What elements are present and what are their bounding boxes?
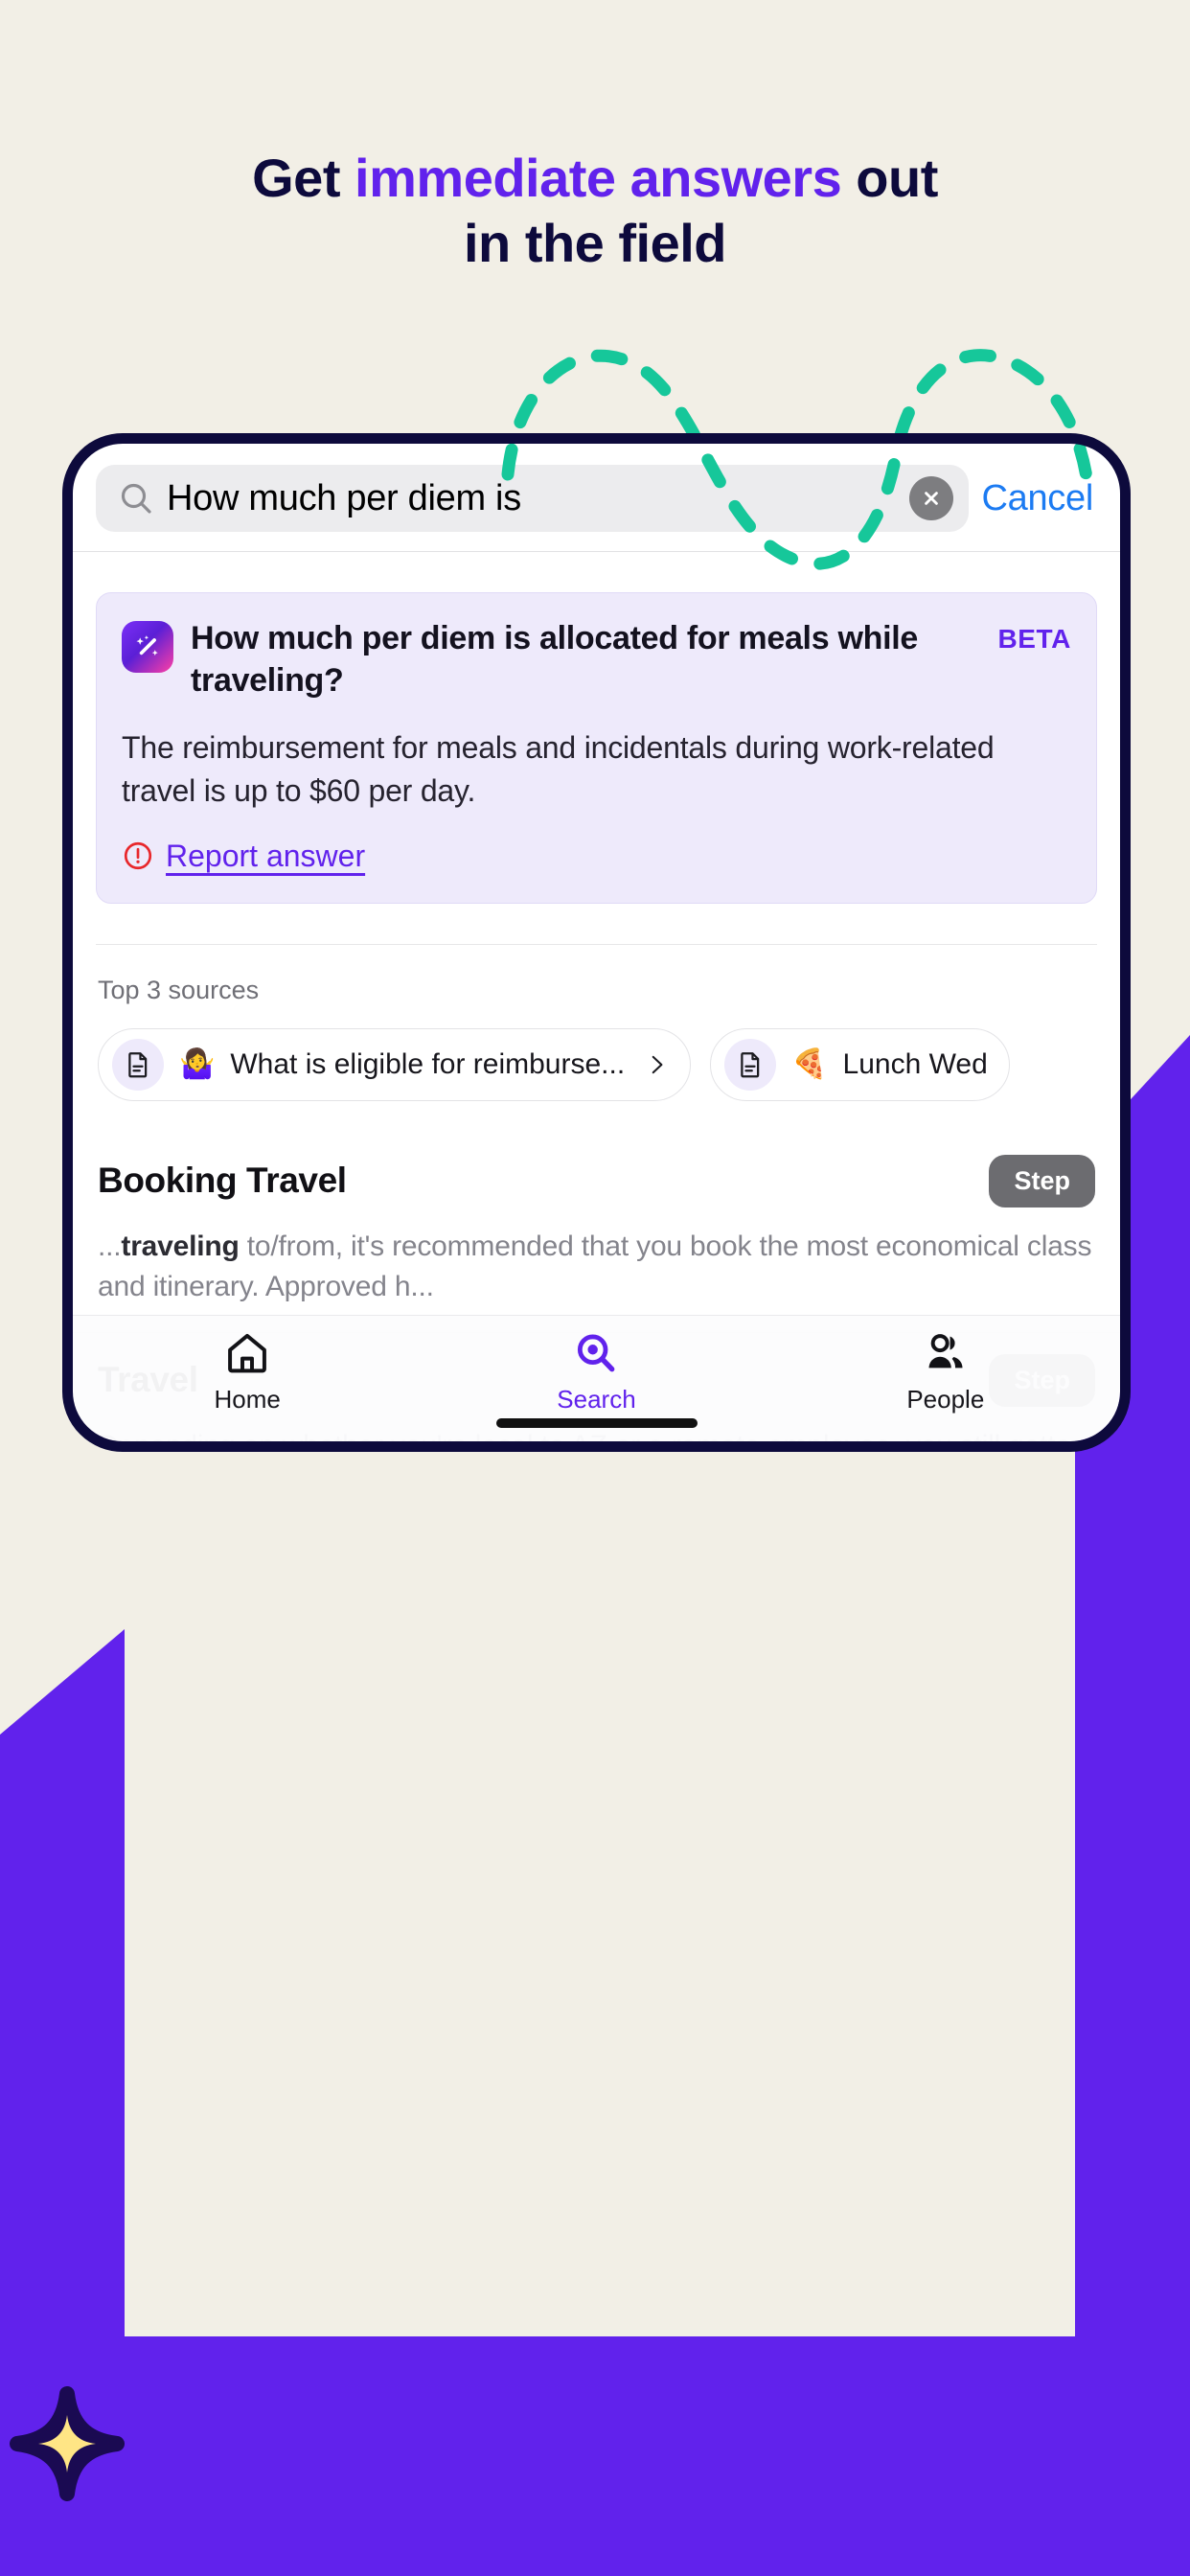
- snippet-prefix: ...: [98, 1230, 122, 1262]
- source-emoji: 🍕: [791, 1048, 828, 1081]
- alert-circle-icon: [124, 842, 152, 870]
- snippet-rest: to/from, it's recommended that you book …: [98, 1230, 1092, 1302]
- source-chip[interactable]: 🤷‍♀️ What is eligible for reimburse...: [98, 1027, 692, 1101]
- search-divider: [73, 551, 1120, 552]
- tab-people[interactable]: People: [850, 1329, 1041, 1414]
- page-title: Get immediate answers out in the field: [0, 146, 1190, 277]
- source-chip[interactable]: 🍕 Lunch Wed: [710, 1027, 1010, 1101]
- report-answer-link[interactable]: Report answer: [166, 839, 365, 874]
- answer-card-header: How much per diem is allocated for meals…: [122, 618, 1071, 702]
- report-answer-row[interactable]: Report answer: [122, 839, 1071, 874]
- chevron-right-icon: [652, 1055, 663, 1074]
- headline-line-2: in the field: [464, 213, 727, 274]
- tab-home[interactable]: Home: [151, 1329, 343, 1414]
- result-item[interactable]: Booking Travel Step ...traveling to/from…: [73, 1134, 1120, 1332]
- magic-wand-icon: [122, 621, 173, 673]
- snippet-highlight: traveling: [121, 1230, 240, 1262]
- step-badge: Step: [989, 1154, 1095, 1208]
- headline-part-1: Get: [252, 148, 355, 208]
- answer-body-text: The reimbursement for meals and incident…: [122, 730, 995, 809]
- result-snippet: ...traveling to/from, it's recommended t…: [98, 1227, 1095, 1307]
- sources-label: Top 3 sources: [98, 975, 260, 1004]
- source-emoji: 🤷‍♀️: [179, 1048, 216, 1081]
- tab-label-home: Home: [214, 1385, 281, 1414]
- search-icon: [578, 1334, 615, 1372]
- headline-part-2: out: [841, 148, 938, 208]
- search-bar: How much per diem is Cancel: [73, 444, 1120, 551]
- clear-search-button[interactable]: [908, 476, 953, 520]
- source-title: Lunch Wed: [842, 1047, 988, 1080]
- home-icon: [228, 1333, 267, 1373]
- search-input[interactable]: How much per diem is: [96, 465, 969, 532]
- cancel-button[interactable]: Cancel: [982, 478, 1098, 519]
- document-icon: [112, 1038, 164, 1091]
- home-indicator: [495, 1418, 698, 1428]
- sparkle-star-icon: [10, 2386, 125, 2501]
- tab-label-search: Search: [557, 1385, 636, 1414]
- headline-accent: immediate answers: [355, 148, 842, 208]
- result-header: Booking Travel Step: [98, 1154, 1095, 1208]
- sources-divider: [96, 943, 1097, 945]
- ai-answer-card: How much per diem is allocated for meals…: [96, 592, 1097, 904]
- source-title: What is eligible for reimburse...: [230, 1047, 626, 1080]
- source-chip-list: 🤷‍♀️ What is eligible for reimburse... 🍕: [98, 1027, 1120, 1101]
- result-title: Booking Travel: [98, 1161, 347, 1201]
- answer-question: How much per diem is allocated for meals…: [191, 620, 918, 699]
- document-icon: [724, 1038, 777, 1091]
- search-input-value: How much per diem is: [167, 477, 521, 518]
- search-icon: [121, 483, 151, 514]
- people-icon: [928, 1334, 963, 1368]
- beta-badge: BETA: [997, 624, 1071, 654]
- phone-screen: How much per diem is Cancel How much per…: [73, 444, 1120, 1441]
- background-shape-bottom: [0, 2336, 1190, 2576]
- tab-label-people: People: [906, 1385, 985, 1414]
- tab-search[interactable]: Search: [500, 1329, 692, 1414]
- close-icon: [924, 492, 938, 505]
